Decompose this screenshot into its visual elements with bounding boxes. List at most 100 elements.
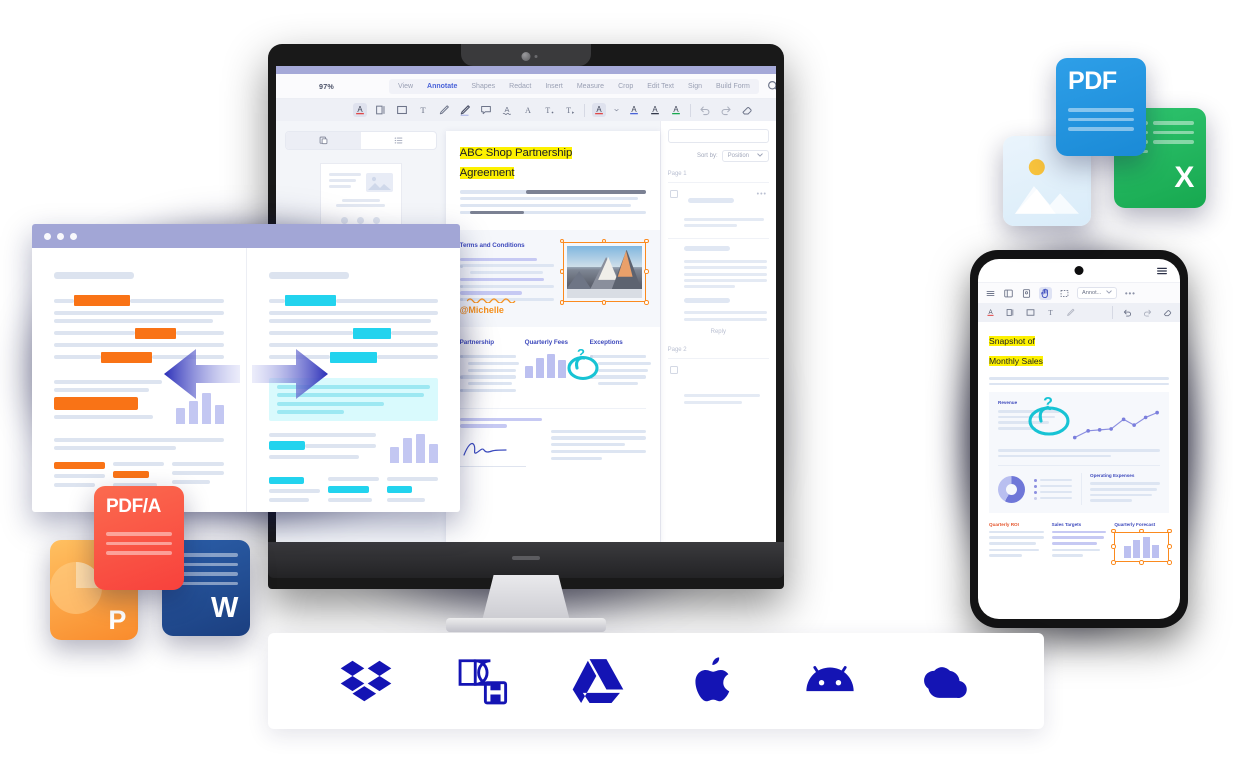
onedrive-icon[interactable] <box>917 654 975 708</box>
chevron-down-icon <box>757 153 763 159</box>
hamburger-menu-icon[interactable] <box>1155 264 1169 278</box>
tab-shapes[interactable]: Shapes <box>464 80 502 93</box>
highlight-color-icon[interactable]: A <box>592 103 606 117</box>
comments-page-2-label: Page 2 <box>667 347 687 354</box>
doc-title-line-1: ABC Shop Partnership <box>459 147 573 159</box>
comments-panel: Sort by: Position Page 1 ••• Reply Page … <box>659 121 776 542</box>
hand-tool-icon[interactable] <box>1039 286 1052 300</box>
quarterly-fees-chart <box>524 352 581 378</box>
tab-redact[interactable]: Redact <box>502 80 538 93</box>
rectangle-icon[interactable] <box>1025 307 1036 318</box>
window-dot-minimize[interactable] <box>57 232 64 240</box>
tab-annotate[interactable]: Annotate <box>420 80 464 93</box>
squiggly-annotation <box>466 298 516 303</box>
pdf-badge-label: PDF <box>1068 67 1117 95</box>
tab-crop[interactable]: Crop <box>611 80 640 93</box>
window-dot-close[interactable] <box>44 232 51 240</box>
underline-green-icon[interactable]: A <box>669 103 683 117</box>
eraser-icon[interactable] <box>1162 307 1173 318</box>
toolbar-divider <box>690 103 691 117</box>
app-title-bar <box>276 66 776 74</box>
chevron-down-icon[interactable] <box>613 103 620 117</box>
more-options-icon[interactable]: ••• <box>1124 286 1136 300</box>
page-view-icon[interactable] <box>1021 288 1032 299</box>
comments-sort-row: Sort by: Position <box>668 150 769 162</box>
hamburger-menu-icon[interactable] <box>985 288 996 299</box>
redo-icon[interactable] <box>1142 307 1153 318</box>
dropbox-icon[interactable] <box>337 654 395 708</box>
android-icon[interactable] <box>801 654 859 708</box>
comment-checkbox[interactable] <box>669 366 678 375</box>
expense-donut-chart <box>998 475 1025 503</box>
phone-mode-select[interactable]: Annot... <box>1077 287 1118 299</box>
sticky-note-icon[interactable] <box>479 103 493 117</box>
chevron-down-icon <box>1106 290 1112 296</box>
undo-icon[interactable] <box>698 103 712 117</box>
quarterly-forecast-selection[interactable] <box>1111 528 1173 565</box>
document-page: ABC Shop Partnership Agreement Terms and… <box>445 131 660 542</box>
comment-item[interactable] <box>667 358 769 414</box>
comments-page-1-label: Page 1 <box>667 171 687 177</box>
pen-icon[interactable] <box>437 103 451 117</box>
text-box-icon[interactable] <box>374 103 388 117</box>
squiggly-underline-icon[interactable]: A <box>500 103 514 117</box>
text-replace-icon[interactable]: T <box>563 103 577 117</box>
compare-sync-arrows-icon <box>162 343 330 405</box>
text-tool-icon[interactable]: T <box>416 103 430 117</box>
highlighter-pen-icon[interactable] <box>458 103 472 117</box>
svg-text:T: T <box>566 106 571 115</box>
thumbnail-grid-icon[interactable] <box>286 132 361 149</box>
more-options-icon[interactable]: ••• <box>757 191 767 198</box>
underline-blue-icon[interactable]: A <box>627 103 641 117</box>
phone-doc-title-line-1: Snapshot of <box>989 336 1035 346</box>
comments-search-input[interactable] <box>667 129 769 143</box>
text-tool-icon[interactable]: T <box>1045 307 1056 318</box>
text-highlight-icon[interactable]: A <box>353 103 367 117</box>
comment-reply-button[interactable]: Reply <box>670 324 767 340</box>
phone-frame: Annot... ••• A T Snapshot of Monthly Sal… <box>970 250 1188 628</box>
area-select-icon[interactable] <box>1059 288 1070 299</box>
comment-item[interactable]: ••• <box>667 182 769 238</box>
rectangle-icon[interactable] <box>395 103 409 117</box>
text-highlight-icon[interactable]: A <box>985 307 996 318</box>
sidebar-panel-icon[interactable] <box>1003 288 1014 299</box>
monitor-stand-foot <box>446 618 606 632</box>
section-title-exceptions: Exceptions <box>589 338 623 346</box>
window-dot-maximize[interactable] <box>70 232 77 240</box>
compare-window-frame <box>32 224 460 512</box>
comment-item[interactable]: Reply <box>667 237 769 347</box>
thumbnail-image-placeholder <box>365 173 393 192</box>
tab-edit-text[interactable]: Edit Text <box>640 80 681 93</box>
box-drive-icon[interactable] <box>453 654 511 708</box>
thumbnail-view-toggle <box>285 131 437 150</box>
tab-measure[interactable]: Measure <box>570 80 611 93</box>
main-toolbar: 97% View Annotate Shapes Redact Insert M… <box>276 74 776 99</box>
underline-black-icon[interactable]: A <box>648 103 662 117</box>
tab-build-form[interactable]: Build Form <box>709 80 757 93</box>
search-icon[interactable] <box>766 79 776 93</box>
comment-checkbox[interactable] <box>669 190 678 198</box>
outline-list-icon[interactable] <box>361 132 436 149</box>
annotation-toolbar: A T A A T T A A A A <box>276 99 776 121</box>
strikethrough-icon[interactable]: A <box>521 103 535 117</box>
selected-image-annotation[interactable] <box>559 238 649 305</box>
zoom-level-label[interactable]: 97% <box>319 82 334 91</box>
undo-icon[interactable] <box>1122 307 1133 318</box>
apple-icon[interactable] <box>685 654 743 708</box>
tab-insert[interactable]: Insert <box>538 80 570 93</box>
monitor-bottom-bezel <box>268 542 784 578</box>
phone-label-quarterly-roi: Quarterly ROI <box>989 521 1019 527</box>
redo-icon[interactable] <box>719 103 733 117</box>
doc-columns-section: Partnership Quarterly Fees Exceptions ? <box>446 327 660 408</box>
text-box-icon[interactable] <box>1005 307 1016 318</box>
text-insert-icon[interactable]: T <box>542 103 556 117</box>
tab-sign[interactable]: Sign <box>681 80 709 93</box>
sort-by-select[interactable]: Position <box>721 150 769 162</box>
svg-text:A: A <box>596 105 602 114</box>
google-drive-icon[interactable] <box>569 654 627 708</box>
tab-view[interactable]: View <box>391 80 420 93</box>
phone-toolbar-secondary: A T <box>978 303 1180 322</box>
eraser-icon[interactable] <box>740 103 754 117</box>
quarterly-forecast-chart <box>1119 536 1164 558</box>
highlighter-pen-icon[interactable] <box>1065 307 1076 318</box>
